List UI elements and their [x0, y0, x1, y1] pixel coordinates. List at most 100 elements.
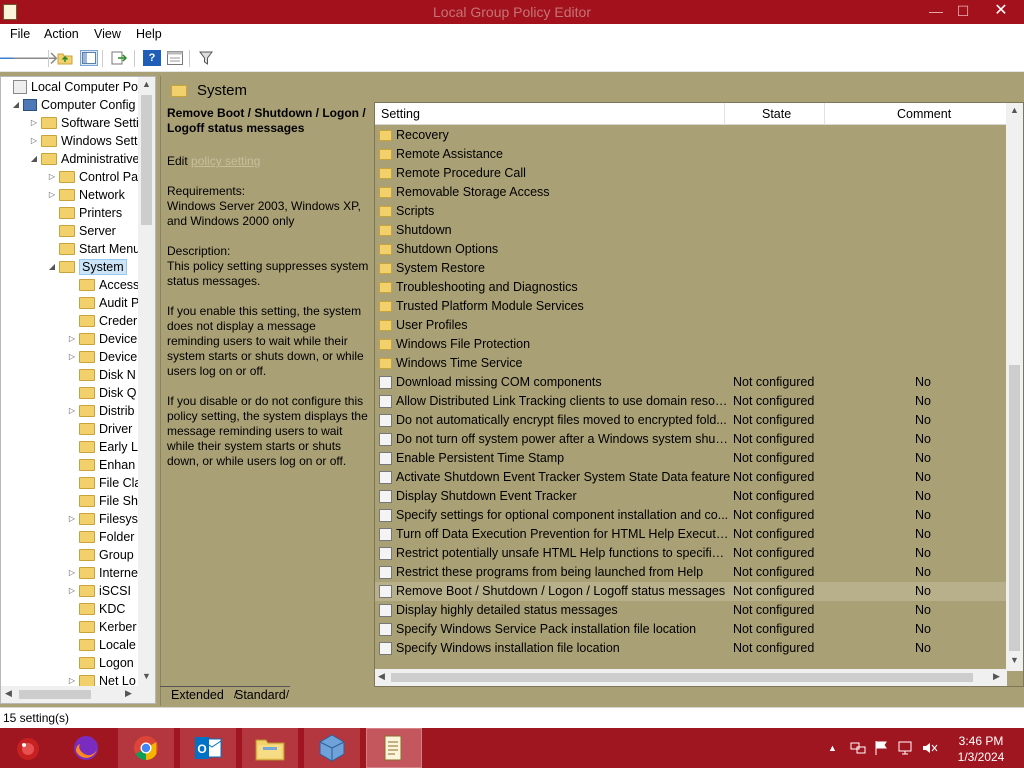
expander-icon[interactable]: ▷ [47, 186, 57, 204]
list-folder-row[interactable]: Remote Assistance [375, 145, 1007, 164]
connection-icon[interactable] [898, 740, 914, 759]
expander-icon[interactable]: ▷ [67, 348, 77, 366]
list-folder-row[interactable]: Troubleshooting and Diagnostics [375, 278, 1007, 297]
show-hide-tree-icon[interactable] [80, 50, 98, 66]
column-header-setting[interactable]: Setting [381, 107, 420, 121]
column-header-state[interactable]: State [762, 107, 791, 121]
tree-item[interactable]: ▷ Distrib [67, 402, 135, 420]
tree-item[interactable]: Early L [67, 438, 138, 456]
tree-item[interactable]: Folder [67, 528, 134, 546]
tree-item[interactable]: ◢ Administrative [29, 150, 140, 168]
list-folder-row[interactable]: Remote Procedure Call [375, 164, 1007, 183]
tree-horizontal-scrollbar[interactable]: ◀ ▶ [1, 686, 155, 703]
list-policy-row[interactable]: Specify settings for optional component … [375, 506, 1007, 525]
list-policy-row[interactable]: Allow Distributed Link Tracking clients … [375, 392, 1007, 411]
scrollbar-thumb[interactable] [19, 690, 91, 699]
tree-vertical-scrollbar[interactable]: ▲ ▼ [138, 77, 155, 687]
scroll-right-arrow-icon[interactable]: ▶ [125, 688, 132, 699]
scroll-left-arrow-icon[interactable]: ◀ [5, 688, 12, 699]
expander-icon[interactable]: ▷ [67, 510, 77, 528]
tree-item[interactable]: Group [67, 546, 134, 564]
list-policy-row[interactable]: Display highly detailed status messages N… [375, 601, 1007, 620]
expander-icon[interactable]: ◢ [11, 96, 21, 114]
menu-view[interactable]: View [94, 27, 121, 41]
tree-item[interactable]: Kerber [67, 618, 137, 636]
tree-item[interactable]: ◢ System [47, 258, 127, 276]
app-icon[interactable] [0, 728, 56, 768]
close-button[interactable]: ✕ [978, 0, 1024, 24]
tree-item[interactable]: ▷ Control Pa [47, 168, 138, 186]
group-policy-editor-icon[interactable] [366, 728, 422, 768]
tree-item[interactable]: Printers [47, 204, 122, 222]
scroll-down-arrow-icon[interactable]: ▼ [1006, 655, 1023, 665]
tree-item[interactable]: File Cla [67, 474, 141, 492]
scroll-down-arrow-icon[interactable]: ▼ [138, 671, 155, 681]
tree-item[interactable]: ▷ Device [67, 348, 137, 366]
tree-item[interactable]: Enhan [67, 456, 135, 474]
list-folder-row[interactable]: Windows File Protection [375, 335, 1007, 354]
expander-icon[interactable]: ▷ [67, 330, 77, 348]
export-list-icon[interactable] [110, 50, 128, 66]
list-folder-row[interactable]: Scripts [375, 202, 1007, 221]
list-policy-row[interactable]: Do not automatically encrypt files moved… [375, 411, 1007, 430]
list-policy-row[interactable]: Specify Windows installation file locati… [375, 639, 1007, 658]
virtualbox-icon[interactable] [304, 728, 360, 768]
expander-icon[interactable]: ▷ [67, 402, 77, 420]
list-folder-row[interactable]: Recovery [375, 126, 1007, 145]
column-divider[interactable] [724, 103, 725, 125]
list-policy-row[interactable]: Specify Windows Service Pack installatio… [375, 620, 1007, 639]
chrome-icon[interactable] [118, 728, 174, 768]
list-folder-row[interactable]: Shutdown [375, 221, 1007, 240]
list-policy-row[interactable]: Activate Shutdown Event Tracker System S… [375, 468, 1007, 487]
volume-muted-icon[interactable] [922, 740, 938, 759]
list-policy-row[interactable]: Download missing COM components Not confi… [375, 373, 1007, 392]
list-policy-row[interactable]: Remove Boot / Shutdown / Logon / Logoff … [375, 582, 1007, 601]
tree-item[interactable]: Server [47, 222, 116, 240]
column-divider[interactable] [824, 103, 825, 125]
tree-item[interactable]: Locale [67, 636, 136, 654]
menu-file[interactable]: File [10, 27, 30, 41]
tree-item[interactable]: ▷ Device [67, 330, 137, 348]
list-policy-row[interactable]: Restrict these programs from being launc… [375, 563, 1007, 582]
scrollbar-thumb[interactable] [1009, 365, 1020, 651]
tree-item[interactable]: Local Computer Polic [1, 78, 150, 96]
tree-item[interactable]: ▷ iSCSI [67, 582, 131, 600]
list-folder-row[interactable]: Shutdown Options [375, 240, 1007, 259]
scrollbar-thumb[interactable] [141, 95, 152, 225]
scrollbar-thumb[interactable] [391, 673, 973, 682]
tree-item[interactable]: Start Menu [47, 240, 140, 258]
filter-icon[interactable] [197, 50, 215, 66]
list-vertical-scrollbar[interactable]: ▲ ▼ [1006, 103, 1023, 671]
tree-item[interactable]: Disk N [67, 366, 136, 384]
expander-icon[interactable]: ▷ [47, 168, 57, 186]
list-folder-row[interactable]: User Profiles [375, 316, 1007, 335]
edit-policy-setting-link[interactable]: policy setting [191, 154, 260, 168]
maximize-button[interactable]: ☐ [948, 0, 978, 24]
scroll-left-arrow-icon[interactable]: ◀ [378, 671, 385, 682]
expander-icon[interactable]: ◢ [47, 258, 57, 276]
tab-extended[interactable]: Extended [171, 688, 224, 702]
tree-item[interactable]: KDC [67, 600, 125, 618]
list-policy-row[interactable]: Do not turn off system power after a Win… [375, 430, 1007, 449]
tree-item[interactable]: ▷ Interne [67, 564, 138, 582]
list-folder-row[interactable]: Removable Storage Access [375, 183, 1007, 202]
view-icon[interactable] [166, 50, 184, 66]
tree-item[interactable]: ▷ Windows Sett [29, 132, 138, 150]
tree-item[interactable]: ▷ Filesys [67, 510, 138, 528]
menu-help[interactable]: Help [136, 27, 162, 41]
tree-item[interactable]: ▷ Network [47, 186, 125, 204]
list-policy-row[interactable]: Display Shutdown Event Tracker Not config… [375, 487, 1007, 506]
tab-standard[interactable]: Standard [235, 688, 286, 702]
tree-item[interactable]: ▷ Software Setti [29, 114, 139, 132]
tree-item[interactable]: Logon [67, 654, 134, 672]
expander-icon[interactable]: ▷ [67, 564, 77, 582]
list-policy-row[interactable]: Restrict potentially unsafe HTML Help fu… [375, 544, 1007, 563]
column-header-comment[interactable]: Comment [897, 107, 951, 121]
outlook-icon[interactable]: O [180, 728, 236, 768]
scroll-up-arrow-icon[interactable]: ▲ [1006, 105, 1023, 115]
tree-item[interactable]: Access [67, 276, 139, 294]
list-folder-row[interactable]: System Restore [375, 259, 1007, 278]
list-policy-row[interactable]: Enable Persistent Time Stamp Not configur… [375, 449, 1007, 468]
tree-item[interactable]: Driver [67, 420, 132, 438]
up-folder-icon[interactable] [56, 50, 74, 66]
